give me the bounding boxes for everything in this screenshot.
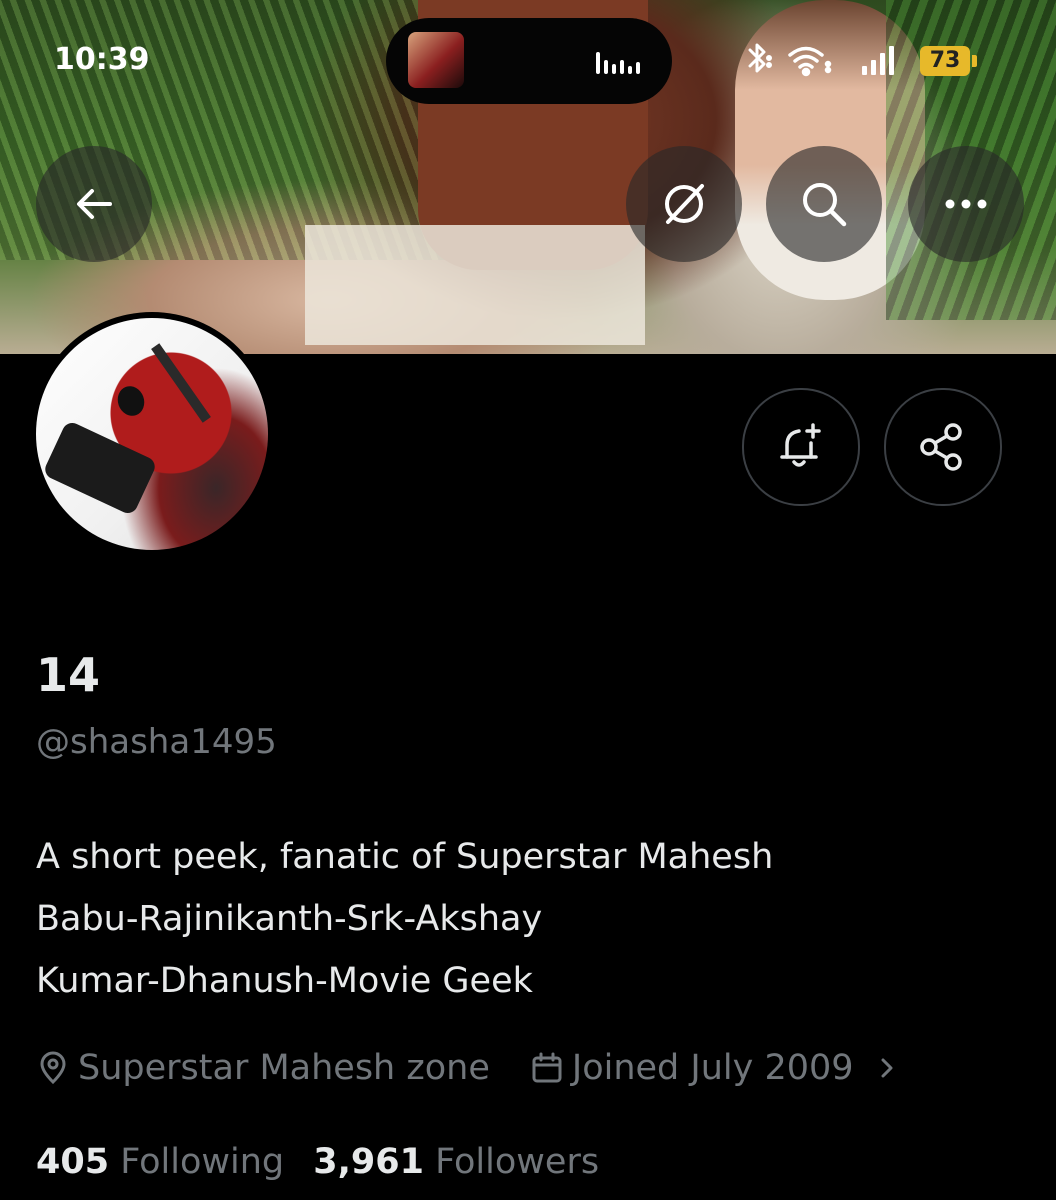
profile-bio: A short peek, fanatic of Superstar Mahes… xyxy=(36,826,936,1012)
back-arrow-icon xyxy=(77,189,112,219)
following-label: Following xyxy=(120,1142,285,1182)
status-bar: 10:39 73 xyxy=(0,0,1056,120)
banner-wall xyxy=(305,225,645,345)
following-link[interactable]: 405 Following xyxy=(36,1142,284,1182)
following-count: 405 xyxy=(36,1142,110,1182)
search-icon xyxy=(803,183,847,227)
signal-icon xyxy=(862,46,894,75)
more-options-button[interactable] xyxy=(908,146,1024,262)
notify-button[interactable] xyxy=(742,388,860,506)
follow-stats: 405 Following 3,961 Followers xyxy=(36,1142,599,1182)
followers-link[interactable]: 3,961 Followers xyxy=(313,1142,599,1182)
avatar-eye-shape xyxy=(113,382,149,420)
profile-name: 14 xyxy=(36,648,101,702)
more-icon xyxy=(945,199,987,209)
dynamic-island[interactable] xyxy=(386,18,672,104)
back-button[interactable] xyxy=(36,146,152,262)
status-time: 10:39 xyxy=(54,42,150,77)
location-pin-icon xyxy=(40,1051,66,1085)
grok-icon xyxy=(665,184,704,224)
profile-location: Superstar Mahesh zone xyxy=(78,1048,490,1088)
profile-avatar[interactable] xyxy=(30,312,274,556)
bio-line: Babu-Rajinikanth-Srk-Akshay xyxy=(36,899,543,939)
avatar-image xyxy=(36,318,268,550)
bio-line: A short peek, fanatic of Superstar Mahes… xyxy=(36,837,774,877)
followers-label: Followers xyxy=(435,1142,600,1182)
system-icons xyxy=(748,43,894,77)
profile-meta: Superstar Mahesh zone Joined July 2009 xyxy=(36,1046,912,1090)
profile-joined-date[interactable]: Joined July 2009 xyxy=(572,1048,854,1088)
battery-icon: 73 xyxy=(920,46,970,76)
wifi-icon xyxy=(788,46,832,77)
followers-count: 3,961 xyxy=(313,1142,424,1182)
grok-button[interactable] xyxy=(626,146,742,262)
chevron-right-icon[interactable] xyxy=(870,1051,904,1085)
search-button[interactable] xyxy=(766,146,882,262)
calendar-icon xyxy=(532,1052,562,1083)
profile-handle: @shasha1495 xyxy=(36,722,277,762)
notification-bell-plus-icon xyxy=(780,423,821,467)
avatar-sword-shape xyxy=(151,343,211,423)
battery-nub xyxy=(972,55,977,67)
share-button[interactable] xyxy=(884,388,1002,506)
audio-waveform-icon xyxy=(596,52,646,74)
bluetooth-icon xyxy=(748,43,772,73)
avatar-gun-shape xyxy=(42,419,158,517)
bio-line: Kumar-Dhanush-Movie Geek xyxy=(36,961,533,1001)
album-art-icon xyxy=(408,32,464,88)
share-icon xyxy=(920,423,962,471)
